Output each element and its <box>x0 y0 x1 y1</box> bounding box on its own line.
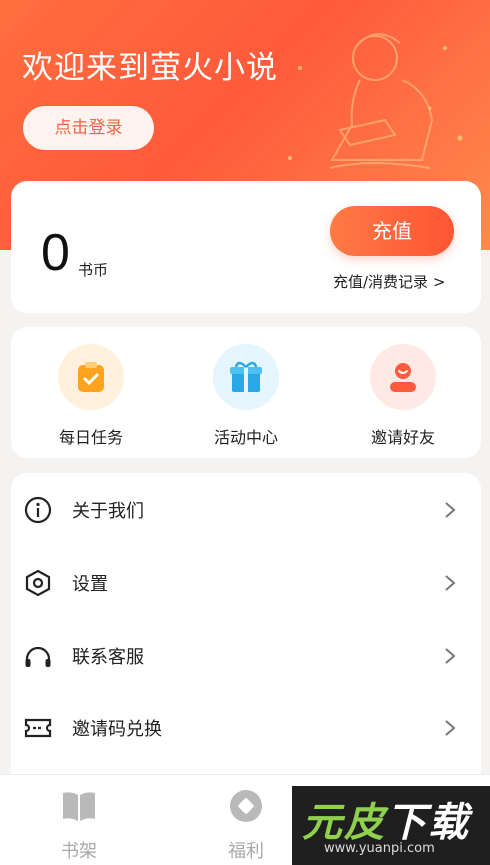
watermark-logo: 元皮下载 www.yuanpi.com <box>292 786 490 865</box>
welfare-icon <box>230 790 262 822</box>
tab-welfare-label: 福利 <box>228 841 264 862</box>
watermark-brand: 元皮下载 <box>302 790 470 848</box>
menu-item-label: 邀请码兑换 <box>72 719 162 740</box>
tab-welfare[interactable]: 福利 <box>196 789 296 863</box>
menu-item-label: 关于我们 <box>72 501 144 522</box>
invite-friend-icon <box>370 344 436 410</box>
bookshelf-icon <box>63 792 95 821</box>
watermark-brand-green: 元皮 <box>302 800 386 846</box>
tab-bookshelf-label: 书架 <box>61 841 97 862</box>
headset-icon <box>25 646 51 667</box>
welcome-title: 欢迎来到萤火小说 <box>22 50 278 86</box>
chevron-right-icon <box>445 648 456 664</box>
chevron-right-icon <box>445 720 456 736</box>
daily-tasks-label: 每日任务 <box>58 428 123 447</box>
menu-item-label: 联系客服 <box>72 647 144 668</box>
wallet-card: 0 书币 充值 充值/消费记录 > <box>11 181 481 313</box>
menu-list: 关于我们 设置 联系客服 邀请码兑换 <box>11 473 481 783</box>
task-clipboard-icon <box>58 344 124 410</box>
chevron-right-icon <box>445 575 456 591</box>
info-icon <box>24 496 52 524</box>
recharge-records-link[interactable]: 充值/消费记录 > <box>333 271 445 292</box>
watermark-url: www.yuanpi.com <box>324 841 435 856</box>
chevron-right-icon <box>445 502 456 518</box>
login-button[interactable]: 点击登录 <box>23 106 154 150</box>
menu-item-about-us[interactable]: 关于我们 <box>11 474 481 546</box>
ticket-icon <box>24 718 52 738</box>
invite-friends-label: 邀请好友 <box>370 428 435 447</box>
settings-hexagon-icon <box>25 569 51 597</box>
gift-icon <box>213 344 279 410</box>
watermark-brand-white: 下载 <box>386 800 470 846</box>
quick-actions-card: 每日任务 活动中心 邀请好友 <box>11 327 481 458</box>
menu-item-label: 设置 <box>72 574 108 595</box>
recharge-button[interactable]: 充值 <box>330 206 454 256</box>
activity-center-label: 活动中心 <box>213 428 278 447</box>
menu-item-settings[interactable]: 设置 <box>11 547 481 619</box>
menu-item-customer-service[interactable]: 联系客服 <box>11 620 481 692</box>
daily-tasks-button[interactable]: 每日任务 <box>36 344 146 448</box>
tab-bookshelf[interactable]: 书架 <box>29 789 129 863</box>
coin-balance: 0 <box>41 224 70 282</box>
menu-item-invite-code[interactable]: 邀请码兑换 <box>11 692 481 764</box>
activity-center-button[interactable]: 活动中心 <box>191 344 301 448</box>
invite-friends-button[interactable]: 邀请好友 <box>348 344 458 448</box>
coin-unit: 书币 <box>78 261 109 279</box>
reading-person-illustration <box>288 33 463 169</box>
